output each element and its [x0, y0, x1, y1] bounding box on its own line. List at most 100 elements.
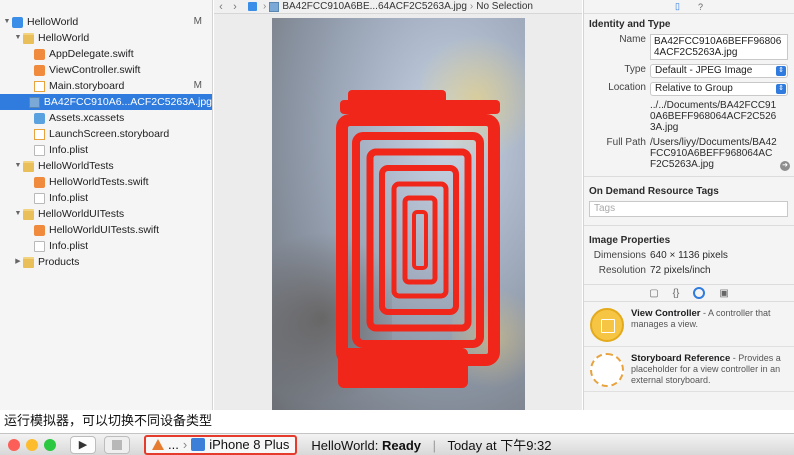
- close-window-button[interactable]: [8, 438, 20, 451]
- media-library-icon[interactable]: ▣: [719, 288, 728, 299]
- location-select-value: Relative to Group: [655, 83, 733, 94]
- navigator-item-label: Info.plist: [49, 240, 89, 252]
- resolution-value: 72 pixels/inch: [650, 265, 711, 276]
- swift-file-icon: [34, 224, 45, 236]
- type-label: Type: [624, 64, 646, 75]
- library-item-text: Storyboard Reference - Provides a placeh…: [631, 353, 790, 387]
- navigator-item-label: Info.plist: [49, 144, 89, 156]
- scm-status-badge: M: [193, 80, 202, 91]
- navigator-item[interactable]: Info.plist: [0, 142, 212, 158]
- minimize-window-button[interactable]: [26, 438, 38, 451]
- disclosure-triangle-icon[interactable]: ▶: [13, 254, 23, 270]
- help-inspector-icon[interactable]: ?: [698, 2, 703, 12]
- zoom-window-button[interactable]: [44, 438, 56, 451]
- run-button[interactable]: ▶: [70, 435, 96, 454]
- navigator-item-label: LaunchScreen.storyboard: [49, 128, 170, 140]
- navigator-item[interactable]: LaunchScreen.storyboard: [0, 126, 212, 142]
- jump-bar: ‹ › › BA42FCC910A6BE...64ACF2C5263A.jpg …: [214, 0, 582, 14]
- disclosure-triangle-icon[interactable]: ▼: [13, 206, 23, 222]
- code-snippet-library-icon[interactable]: {}: [673, 288, 680, 299]
- fullpath-value: /Users/liyy/Documents/BA42FCC910A6BEFF96…: [650, 137, 777, 170]
- navigator-item-label: HelloWorldUITests.swift: [49, 224, 160, 236]
- navigator-item[interactable]: ▼ HelloWorldUITests: [0, 206, 212, 222]
- tags-input[interactable]: Tags: [589, 201, 788, 217]
- folder-file-icon: [23, 32, 34, 44]
- navigator-item[interactable]: AppDelegate.swift: [0, 46, 212, 62]
- navigator-item-label: Assets.xcassets: [49, 112, 125, 124]
- navigator-item[interactable]: ▶ Products: [0, 254, 212, 270]
- navigator-item-label: HelloWorld: [38, 32, 90, 44]
- dimensions-value: 640 × 1136 pixels: [650, 250, 728, 261]
- swift-file-icon: [34, 176, 45, 188]
- location-path: ../../Documents/BA42FCC910A6BEFF968064AC…: [650, 100, 777, 133]
- navigator-item-label: Main.storyboard: [49, 80, 125, 92]
- swift-file-icon: [34, 48, 45, 60]
- scheme-name[interactable]: ...: [168, 437, 179, 452]
- location-select[interactable]: Relative to Group ⇕: [650, 82, 788, 96]
- status-time: Today at 下午9:32: [447, 438, 552, 453]
- navigator-item-label: Info.plist: [49, 192, 89, 204]
- navigator-item[interactable]: Main.storyboard M: [0, 78, 212, 94]
- navigator-item[interactable]: ▼ HelloWorld M: [0, 14, 212, 30]
- disclosure-triangle-icon[interactable]: ▼: [13, 158, 23, 174]
- object-library-icon[interactable]: [693, 287, 706, 299]
- file-template-library-icon[interactable]: ▢: [649, 288, 658, 299]
- navigator-item-label: BA42FCC910A6...ACF2C5263A.jpg: [43, 96, 212, 108]
- scheme-device-selector[interactable]: ... › iPhone 8 Plus: [144, 434, 298, 455]
- storyboard-file-icon: [34, 128, 45, 140]
- assets-file-icon: [34, 112, 45, 124]
- navigator-item-label: HelloWorldTests.swift: [49, 176, 149, 188]
- identity-section-title: Identity and Type: [589, 19, 671, 30]
- navigator-item[interactable]: ViewController.swift: [0, 62, 212, 78]
- name-label: Name: [619, 34, 646, 45]
- navigator-item-label: HelloWorldTests: [38, 160, 114, 172]
- breadcrumb-file[interactable]: BA42FCC910A6BE...64ACF2C5263A.jpg: [282, 1, 467, 12]
- folder-file-icon: [23, 208, 34, 220]
- file-file-icon: [34, 192, 45, 204]
- disclosure-triangle-icon[interactable]: ▼: [2, 14, 12, 30]
- navigator-item[interactable]: BA42FCC910A6...ACF2C5263A.jpg: [0, 94, 212, 110]
- library-item-title: Storyboard Reference: [631, 353, 731, 364]
- resolution-label: Resolution: [598, 265, 646, 276]
- project-icon[interactable]: [248, 2, 257, 11]
- forward-arrow-icon[interactable]: ›: [228, 1, 242, 13]
- library-item[interactable]: View Controller - A controller that mana…: [584, 302, 794, 347]
- scheme-separator-icon: ›: [182, 437, 188, 452]
- navigator-item-label: HelloWorldUITests: [38, 208, 125, 220]
- navigator-item-label: Products: [38, 256, 80, 268]
- caption-text: 运行模拟器，可以切换不同设备类型: [0, 413, 217, 431]
- navigator-item[interactable]: HelloWorldTests.swift: [0, 174, 212, 190]
- file-inspector-icon[interactable]: ▯: [675, 1, 680, 12]
- status-app: HelloWorld:: [311, 438, 379, 453]
- navigator-topbar: [0, 0, 212, 14]
- navigator-item-label: ViewController.swift: [49, 64, 141, 76]
- navigator-item[interactable]: ▼ HelloWorld: [0, 30, 212, 46]
- disclosure-triangle-icon[interactable]: ▼: [13, 30, 23, 46]
- status-state: Ready: [382, 438, 422, 453]
- dimensions-label: Dimensions: [593, 250, 646, 261]
- navigator-item[interactable]: Assets.xcassets: [0, 110, 212, 126]
- overlay-frame-7: [412, 210, 428, 270]
- editor-area: [214, 14, 582, 410]
- select-chevron-icon: ⇕: [776, 84, 786, 94]
- library-item[interactable]: Storyboard Reference - Provides a placeh…: [584, 347, 794, 392]
- navigator-item[interactable]: Info.plist: [0, 238, 212, 254]
- scm-status-badge: M: [193, 16, 202, 27]
- red-overlay-graphic: [336, 90, 500, 388]
- file-file-icon: [34, 144, 45, 156]
- object-library-list: View Controller - A controller that mana…: [584, 302, 794, 392]
- back-arrow-icon[interactable]: ‹: [214, 1, 228, 13]
- view-controller-icon: [590, 308, 624, 342]
- type-select[interactable]: Default - JPEG Image ⇕: [650, 64, 788, 78]
- device-name[interactable]: iPhone 8 Plus: [209, 437, 289, 452]
- name-field[interactable]: BA42FCC910A6BEFF968064ACF2C5263A.jpg: [650, 34, 788, 60]
- project-file-icon: [12, 16, 23, 28]
- navigator-item-label: HelloWorld: [27, 16, 79, 28]
- navigator-item[interactable]: HelloWorldUITests.swift: [0, 222, 212, 238]
- navigator-item[interactable]: ▼ HelloWorldTests: [0, 158, 212, 174]
- stop-button[interactable]: [104, 435, 130, 454]
- storyboard-file-icon: [34, 80, 45, 92]
- navigator-item[interactable]: Info.plist: [0, 190, 212, 206]
- breadcrumb-selection[interactable]: No Selection: [476, 1, 533, 12]
- reveal-in-finder-icon[interactable]: ➜: [780, 161, 790, 171]
